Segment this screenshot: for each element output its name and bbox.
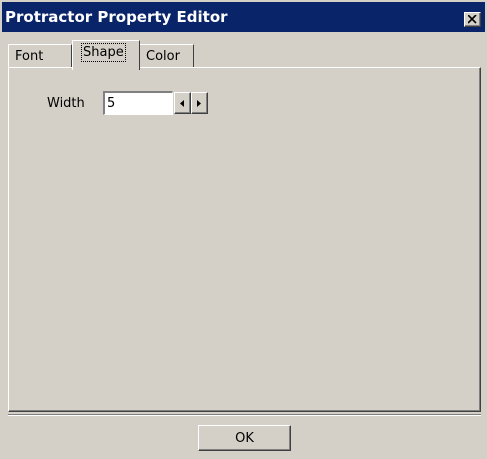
tab-shape-label: Shape <box>81 43 126 62</box>
left-arrow-icon <box>180 100 184 107</box>
tab-bar: Font Shape Color <box>8 40 478 70</box>
close-icon <box>468 15 477 24</box>
tab-color-label: Color <box>146 49 180 64</box>
property-editor-window: Protractor Property Editor Font Shape Co… <box>0 0 487 459</box>
tab-color[interactable]: Color <box>139 44 194 68</box>
footer-separator <box>8 414 481 416</box>
shape-tab-panel: Width <box>8 67 481 412</box>
window-title: Protractor Property Editor <box>5 8 228 26</box>
width-input[interactable] <box>103 91 173 115</box>
tab-font-label: Font <box>15 49 44 64</box>
width-increment-button[interactable] <box>191 92 208 114</box>
title-bar[interactable]: Protractor Property Editor <box>2 2 485 32</box>
tab-shape[interactable]: Shape <box>72 40 140 70</box>
width-decrement-button[interactable] <box>174 92 191 114</box>
close-button[interactable] <box>464 12 481 27</box>
tab-font[interactable]: Font <box>8 44 72 68</box>
ok-button[interactable]: OK <box>198 425 291 451</box>
width-label: Width <box>47 96 85 111</box>
right-arrow-icon <box>197 100 201 107</box>
